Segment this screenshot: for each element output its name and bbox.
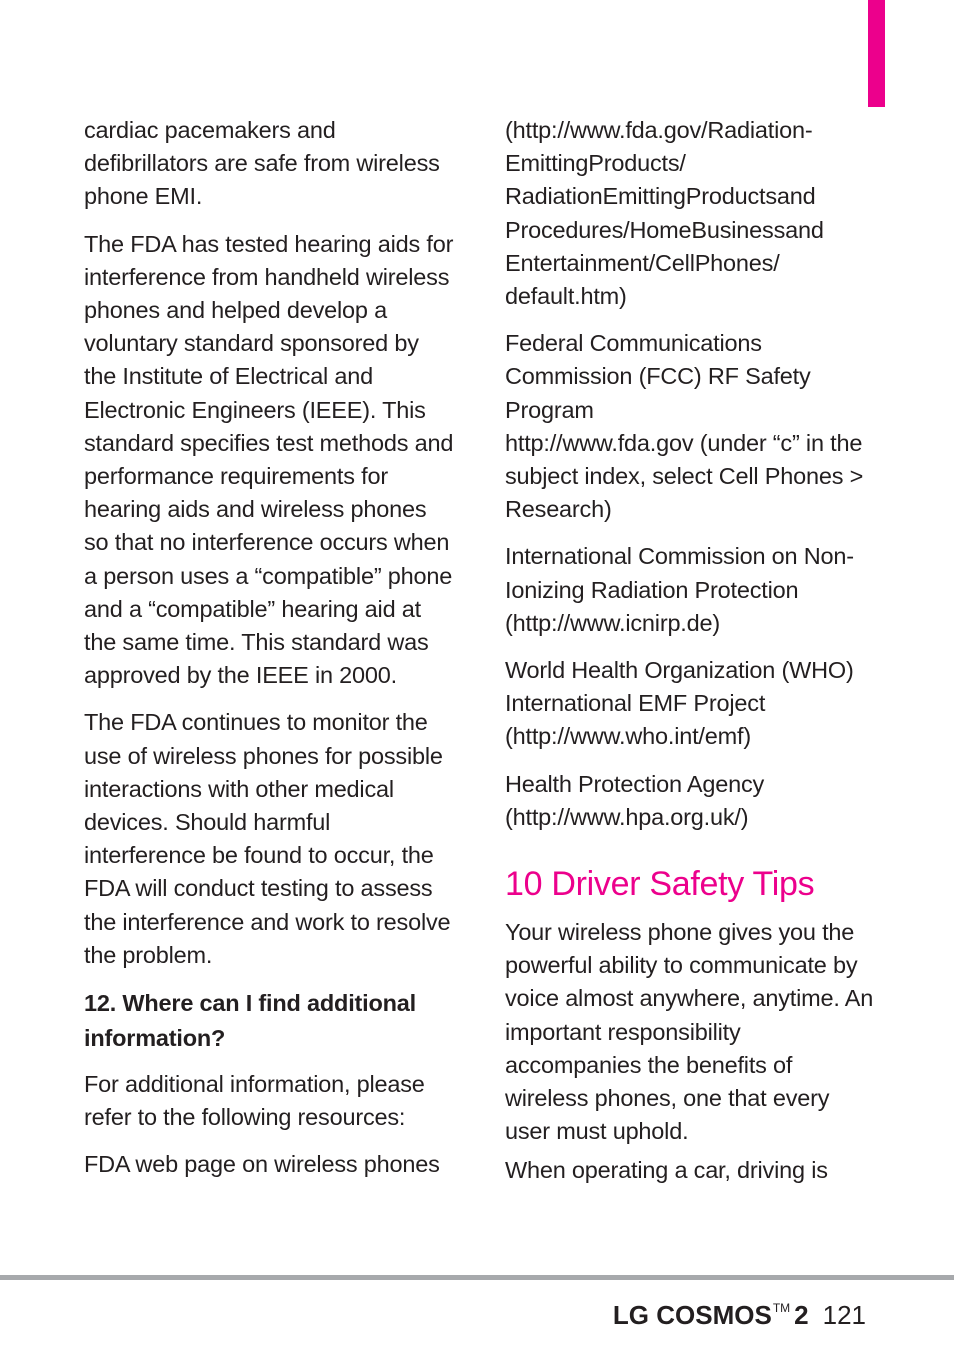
paragraph: The FDA continues to monitor the use of … xyxy=(84,709,451,968)
paragraph: The FDA has tested hearing aids for inte… xyxy=(84,230,454,689)
section-title: 10 Driver Safety Tips xyxy=(505,865,815,904)
model-number: 2 xyxy=(794,1300,809,1330)
paragraph: For additional information, please refer… xyxy=(84,1071,425,1131)
resource-fda-url: (http://www.fda.gov/Radiation-EmittingPr… xyxy=(505,117,824,310)
resource-fcc-url: http://www.fda.gov (under “c” in the sub… xyxy=(505,429,864,523)
trademark-symbol: TM xyxy=(772,1301,791,1315)
page-number: 121 xyxy=(822,1300,866,1330)
right-column: (http://www.fda.gov/Radiation-EmittingPr… xyxy=(505,114,875,1202)
section-tab-marker xyxy=(868,0,885,107)
resource-who: World Health Organization (WHO) Internat… xyxy=(505,657,854,750)
paragraph: When operating a car, driving is xyxy=(505,1157,828,1184)
resource-hpa: Health Protection Agency (http://www.hpa… xyxy=(505,770,765,830)
footer-rule xyxy=(0,1275,954,1280)
resource-icnirp: International Commission on Non-Ionizing… xyxy=(505,543,854,636)
resource-fcc: Federal Communications Commission (FCC) … xyxy=(505,327,875,526)
page-footer: LG COSMOSTM 2 121 xyxy=(613,1291,866,1332)
question-heading: 12. Where can I find additional informat… xyxy=(84,990,416,1052)
paragraph: FDA web page on wireless phones xyxy=(84,1151,440,1178)
brand-name: LG COSMOS xyxy=(612,1300,772,1330)
paragraph: Your wireless phone gives you the powerf… xyxy=(505,919,874,1145)
resource-fcc-name: Federal Communications Commission (FCC) … xyxy=(505,330,811,423)
paragraph: cardiac pacemakers and defibrillators ar… xyxy=(84,117,440,210)
left-column: cardiac pacemakers and defibrillators ar… xyxy=(84,114,454,1196)
